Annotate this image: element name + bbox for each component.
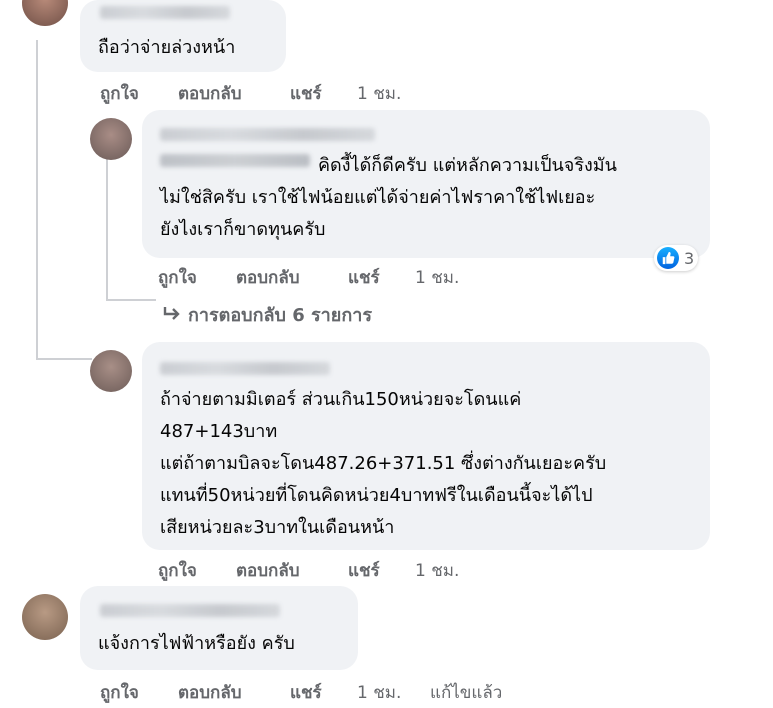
comment-actions: ถูกใจ ตอบกลับ แชร์ 1 ชม. แก้ไขแล้ว [100,679,540,703]
comment-text: ยังไงเราก็ขาดทุนครับ [160,219,326,240]
comment-actions: ถูกใจ ตอบกลับ แชร์ 1 ชม. [158,557,478,581]
comment-text: 487+143บาท [160,421,278,442]
commenter-name[interactable] [100,604,280,617]
timestamp[interactable]: 1 ชม. [415,557,459,584]
view-replies-link[interactable]: การตอบกลับ 6 รายการ [162,300,372,329]
like-button[interactable]: ถูกใจ [158,264,197,291]
commenter-name[interactable] [160,128,375,141]
share-button[interactable]: แชร์ [290,80,322,107]
edited-label: แก้ไขแล้ว [430,683,503,703]
reaction-badge[interactable]: 3 [654,245,699,271]
thread-line [36,40,38,360]
comment-text: ถือว่าจ่ายล่วงหน้า [98,37,236,58]
avatar[interactable] [90,118,132,160]
reply-arrow-icon [163,307,180,320]
commenter-name[interactable] [100,6,230,19]
comment-text: ไม่ใช่สิครับ เราใช้ไฟน้อยแต่ได้จ่ายค่าไฟ… [160,187,596,208]
comment-bubble: คิดงี้ได้ก็ดีครับ แต่หลักความเป็นจริงมัน… [142,110,710,258]
mentioned-name[interactable] [160,154,310,167]
comment-actions: ถูกใจ ตอบกลับ แชร์ 1 ชม. [158,264,478,288]
avatar[interactable] [22,0,68,26]
comment-actions: ถูกใจ ตอบกลับ แชร์ 1 ชม. [100,80,420,104]
reply-thread-branch [106,299,156,301]
thread-branch [36,358,92,360]
comment-text: แต่ถ้าตามบิลจะโดน487.26+371.51 ซึ่งต่างก… [160,453,607,474]
share-button[interactable]: แชร์ [348,557,380,584]
reply-button[interactable]: ตอบกลับ [236,557,300,584]
timestamp[interactable]: 1 ชม. [357,80,401,107]
replies-count-label: การตอบกลับ 6 รายการ [188,305,373,326]
commenter-name[interactable] [160,362,330,375]
comment-text: ถ้าจ่ายตามมิเตอร์ ส่วนเกิน150หน่วยจะโดนแ… [160,389,522,410]
like-icon [657,247,679,269]
reply-button[interactable]: ตอบกลับ [178,679,242,706]
comment-bubble: ถือว่าจ่ายล่วงหน้า [80,0,286,72]
comment-text: แทนที่50หน่วยที่โดนคิดหน่วย4บาทฟรีในเดือ… [160,485,593,506]
share-button[interactable]: แชร์ [348,264,380,291]
comment-text: คิดงี้ได้ก็ดีครับ แต่หลักความเป็นจริงมัน [318,155,617,176]
timestamp[interactable]: 1 ชม. [357,679,401,706]
comment-bubble: แจ้งการไฟฟ้าหรือยัง ครับ [80,586,358,670]
avatar[interactable] [22,594,68,640]
reply-button[interactable]: ตอบกลับ [236,264,300,291]
comment-text: เสียหน่วยละ3บาทในเดือนหน้า [160,517,395,538]
avatar[interactable] [90,350,132,392]
reply-thread-line [106,150,108,300]
reaction-count: 3 [684,248,695,268]
timestamp[interactable]: 1 ชม. [415,264,459,291]
like-button[interactable]: ถูกใจ [100,80,139,107]
like-button[interactable]: ถูกใจ [158,557,197,584]
comment-text: แจ้งการไฟฟ้าหรือยัง ครับ [98,633,295,654]
like-button[interactable]: ถูกใจ [100,679,139,706]
comment-bubble: ถ้าจ่ายตามมิเตอร์ ส่วนเกิน150หน่วยจะโดนแ… [142,342,710,550]
reply-button[interactable]: ตอบกลับ [178,80,242,107]
share-button[interactable]: แชร์ [290,679,322,706]
